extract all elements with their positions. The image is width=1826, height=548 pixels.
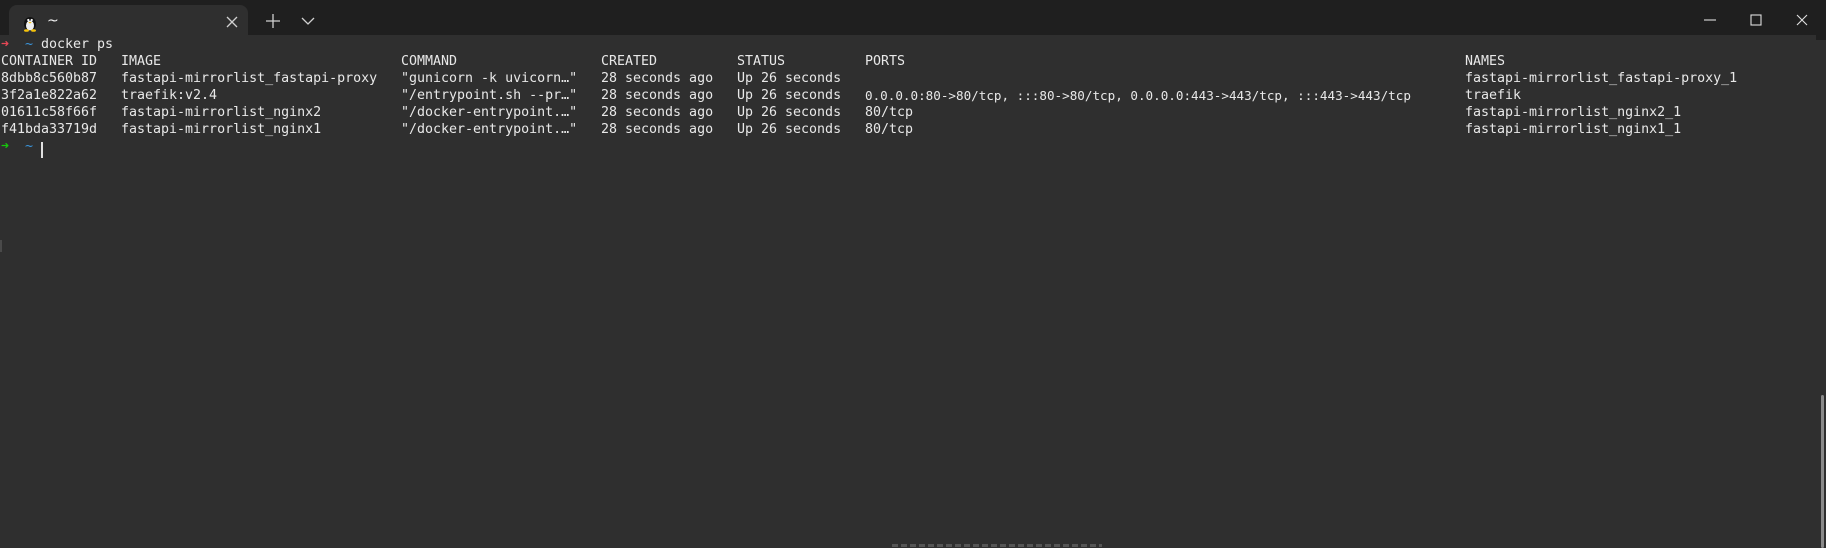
status-text: Up 26 seconds [737, 122, 842, 137]
header-ports: PORTS [865, 54, 906, 69]
prompt-arrow: ➜ [1, 139, 10, 154]
bottom-edge-ghost [892, 544, 1102, 547]
chevron-down-icon[interactable] [298, 10, 318, 32]
container-name: traefik [1465, 88, 1522, 103]
command-text: "/entrypoint.sh --pr…" [401, 88, 578, 103]
container-name: fastapi-mirrorlist_nginx2_1 [1465, 105, 1682, 120]
text-cursor [41, 142, 43, 158]
command-text: "gunicorn -k uvicorn…" [401, 71, 578, 86]
close-icon[interactable] [1789, 8, 1815, 32]
header-container-id: CONTAINER ID [1, 54, 98, 69]
table-row: 01611c58f66f fastapi-mirrorlist_nginx2 "… [1, 104, 1681, 121]
ports-text: 80/tcp [865, 122, 914, 137]
image-name: fastapi-mirrorlist_nginx2 [121, 105, 322, 120]
command-text: "/docker-entrypoint.…" [401, 105, 578, 120]
prompt-command: docker ps [41, 37, 114, 52]
header-image: IMAGE [121, 54, 162, 69]
table-row: 3f2a1e822a62 traefik:v2.4 "/entrypoint.s… [1, 87, 1521, 104]
header-created: CREATED [601, 54, 658, 69]
header-command: COMMAND [401, 54, 458, 69]
minimize-icon[interactable] [1697, 8, 1723, 32]
prompt-directory: ~ [25, 37, 34, 52]
created-text: 28 seconds ago [601, 105, 714, 120]
tab-title: ~ [47, 13, 59, 29]
ports-text: 0.0.0.0:80->80/tcp, :::80->80/tcp, 0.0.0… [865, 88, 1411, 103]
command-text: "/docker-entrypoint.…" [401, 122, 578, 137]
container-id: 3f2a1e822a62 [1, 88, 98, 103]
tab-close-icon[interactable] [222, 12, 242, 32]
left-edge-marker [0, 240, 2, 252]
terminal-output[interactable]: ➜ ~ docker ps CONTAINER ID IMAGE COMMAND… [0, 35, 1816, 548]
image-name: fastapi-mirrorlist_nginx1 [121, 122, 322, 137]
prompt-arrow: ➜ [1, 37, 10, 52]
status-text: Up 26 seconds [737, 88, 842, 103]
table-row: 8dbb8c560b87 fastapi-mirrorlist_fastapi-… [1, 70, 1737, 87]
header-names: NAMES [1465, 54, 1506, 69]
status-text: Up 26 seconds [737, 105, 842, 120]
container-name: fastapi-mirrorlist_nginx1_1 [1465, 122, 1682, 137]
maximize-icon[interactable] [1743, 8, 1769, 32]
linux-tux-icon [24, 17, 36, 32]
table-header: CONTAINER ID IMAGE COMMAND CREATED STATU… [1, 53, 1505, 70]
image-name: fastapi-mirrorlist_fastapi-proxy [121, 71, 378, 86]
terminal-window: ~ ➜ ~ docker ps CONTAINER ID IMAGE COMMA… [0, 0, 1826, 548]
container-name: fastapi-mirrorlist_fastapi-proxy_1 [1465, 71, 1738, 86]
header-status: STATUS [737, 54, 786, 69]
prompt-directory: ~ [25, 139, 34, 154]
created-text: 28 seconds ago [601, 71, 714, 86]
created-text: 28 seconds ago [601, 122, 714, 137]
ports-text: 80/tcp [865, 105, 914, 120]
table-row: f41bda33719d fastapi-mirrorlist_nginx1 "… [1, 121, 1681, 138]
image-name: traefik:v2.4 [121, 88, 218, 103]
container-id: 01611c58f66f [1, 105, 98, 120]
scrollbar-thumb[interactable] [1821, 395, 1824, 548]
container-id: 8dbb8c560b87 [1, 71, 98, 86]
status-text: Up 26 seconds [737, 71, 842, 86]
created-text: 28 seconds ago [601, 88, 714, 103]
title-bar: ~ [0, 0, 1826, 40]
container-id: f41bda33719d [1, 122, 98, 137]
prompt-line: ➜ ~ docker ps [1, 36, 113, 53]
plus-icon[interactable] [262, 10, 284, 32]
